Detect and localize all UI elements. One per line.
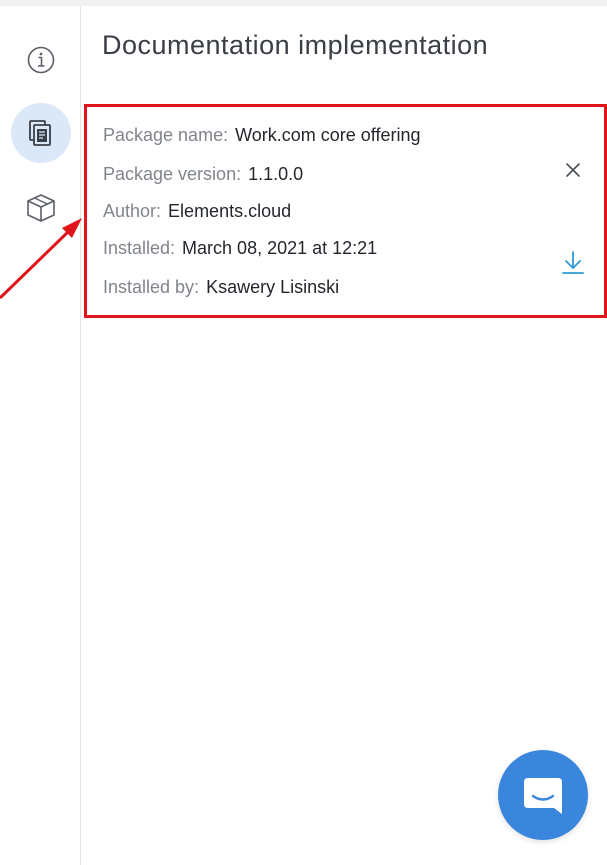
author-row: Author: Elements.cloud: [103, 201, 291, 222]
installed-by-value: Ksawery Lisinski: [206, 277, 340, 297]
author-label: Author:: [103, 201, 162, 221]
top-divider: [0, 0, 607, 6]
rail-info-button[interactable]: [11, 30, 71, 90]
package-name-row: Package name: Work.com core offering: [103, 125, 420, 146]
documents-icon: [29, 120, 51, 146]
rail-package-button[interactable]: [11, 178, 71, 238]
installed-value: March 08, 2021 at 12:21: [182, 238, 378, 258]
author-value: Elements.cloud: [168, 201, 292, 221]
installed-by-label: Installed by:: [103, 277, 200, 297]
rail-documentation-button[interactable]: [11, 103, 71, 163]
package-details-card: Package name: Work.com core offering Pack…: [84, 104, 607, 318]
package-version-label: Package version:: [103, 164, 242, 184]
chat-launcher-button[interactable]: [498, 750, 588, 840]
app-frame: Documentation implementation Package nam…: [0, 0, 607, 865]
info-icon: [27, 46, 55, 74]
package-box-icon: [27, 194, 55, 222]
package-version-row: Package version: 1.1.0.0: [103, 164, 303, 185]
panel-title: Documentation implementation: [102, 30, 489, 60]
installed-row: Installed: March 08, 2021 at 12:21: [103, 238, 377, 259]
download-button[interactable]: [560, 249, 586, 277]
chat-icon: [524, 778, 562, 814]
installed-by-row: Installed by: Ksawery Lisinski: [103, 277, 339, 298]
installed-label: Installed:: [103, 238, 176, 258]
package-version-value: 1.1.0.0: [248, 164, 304, 184]
side-rail: [0, 6, 81, 865]
package-name-value: Work.com core offering: [235, 125, 421, 145]
close-icon: [566, 163, 580, 177]
package-name-label: Package name:: [103, 125, 229, 145]
download-icon: [562, 251, 584, 274]
close-button[interactable]: [562, 159, 584, 181]
